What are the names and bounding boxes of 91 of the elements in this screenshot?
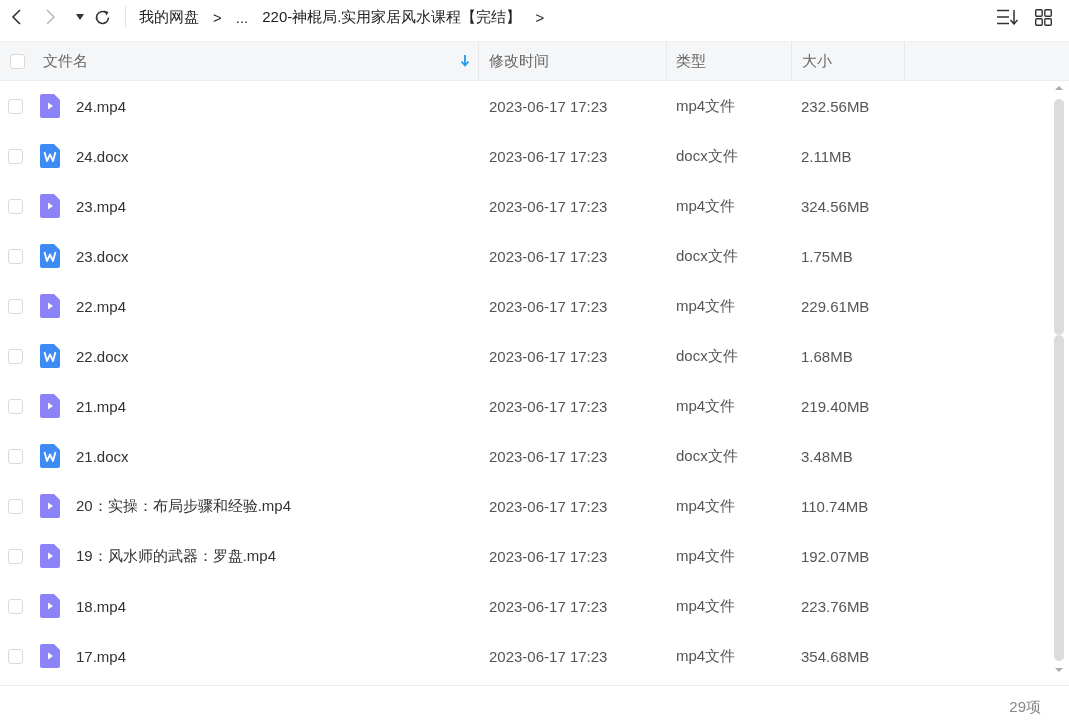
- forward-icon[interactable]: [43, 9, 57, 25]
- video-file-icon: [40, 94, 60, 118]
- document-file-icon: [40, 244, 60, 268]
- file-name[interactable]: 17.mp4: [76, 647, 127, 665]
- modified-time: 2023-06-17 17:23: [489, 197, 608, 215]
- item-count: 29项: [1009, 698, 1041, 717]
- column-header[interactable]: 修改时间: [489, 51, 549, 71]
- checkbox[interactable]: [8, 348, 23, 364]
- video-file-icon: [40, 544, 60, 568]
- file-type: docx文件: [676, 146, 738, 164]
- file-size: 229.61MB: [801, 297, 870, 315]
- file-size: 354.68MB: [801, 647, 870, 665]
- breadcrumb-item[interactable]: 我的网盘: [139, 7, 199, 27]
- file-type: mp4文件: [676, 396, 736, 414]
- modified-time: 2023-06-17 17:23: [489, 397, 608, 415]
- file-type: mp4文件: [676, 296, 736, 314]
- grid-view-icon[interactable]: [1035, 8, 1052, 26]
- file-type: docx文件: [676, 446, 738, 464]
- breadcrumb-item[interactable]: 220-神棍局.实用家居风水课程【完结】: [262, 7, 522, 27]
- modified-time: 2023-06-17 17:23: [489, 497, 608, 515]
- refresh-icon[interactable]: [94, 8, 111, 26]
- video-file-icon: [40, 644, 60, 668]
- file-size: 1.68MB: [801, 347, 853, 365]
- file-type: mp4文件: [676, 96, 736, 114]
- document-file-icon: [40, 344, 60, 368]
- document-file-icon: [40, 444, 60, 468]
- column-header[interactable]: 类型: [676, 51, 706, 71]
- file-size: 223.76MB: [801, 597, 870, 615]
- file-type: mp4文件: [676, 596, 736, 614]
- file-name[interactable]: 22.mp4: [76, 297, 127, 315]
- modified-time: 2023-06-17 17:23: [489, 147, 608, 165]
- file-name[interactable]: 23.docx: [76, 247, 129, 265]
- checkbox[interactable]: [8, 498, 23, 514]
- back-icon[interactable]: [10, 9, 24, 25]
- file-type: docx文件: [676, 246, 738, 264]
- file-name[interactable]: 22.docx: [76, 347, 129, 365]
- scrollbar[interactable]: [1053, 85, 1065, 675]
- file-type: docx文件: [676, 346, 738, 364]
- file-name[interactable]: 19：风水师的武器：罗盘.mp4: [76, 546, 277, 566]
- file-size: 1.75MB: [801, 247, 853, 265]
- modified-time: 2023-06-17 17:23: [489, 97, 608, 115]
- modified-time: 2023-06-17 17:23: [489, 547, 608, 565]
- file-size: 110.74MB: [801, 497, 869, 515]
- video-file-icon: [40, 594, 60, 618]
- modified-time: 2023-06-17 17:23: [489, 297, 608, 315]
- file-size: 219.40MB: [801, 397, 870, 415]
- file-name[interactable]: 18.mp4: [76, 597, 127, 615]
- checkbox[interactable]: [8, 548, 23, 564]
- file-size: 232.56MB: [801, 97, 870, 115]
- column-header[interactable]: 文件名: [43, 51, 88, 71]
- checkbox[interactable]: [8, 298, 23, 314]
- file-name[interactable]: 20：实操：布局步骤和经验.mp4: [76, 496, 292, 516]
- file-type: mp4文件: [676, 496, 736, 514]
- file-name[interactable]: 21.docx: [76, 447, 129, 465]
- checkbox[interactable]: [8, 248, 23, 264]
- file-type: mp4文件: [676, 646, 736, 664]
- file-size: 192.07MB: [801, 547, 870, 565]
- modified-time: 2023-06-17 17:23: [489, 347, 608, 365]
- modified-time: 2023-06-17 17:23: [489, 447, 608, 465]
- video-file-icon: [40, 294, 60, 318]
- modified-time: 2023-06-17 17:23: [489, 247, 608, 265]
- video-file-icon: [40, 194, 60, 218]
- modified-time: 2023-06-17 17:23: [489, 647, 608, 665]
- file-size: 2.11MB: [801, 147, 852, 165]
- breadcrumb-item[interactable]: >: [213, 8, 222, 26]
- sort-down-arrow-icon: [460, 55, 470, 67]
- file-size: 3.48MB: [801, 447, 853, 465]
- file-name[interactable]: 23.mp4: [76, 197, 127, 215]
- breadcrumb-item[interactable]: >: [535, 8, 545, 26]
- file-name[interactable]: 21.mp4: [76, 397, 127, 415]
- file-size: 324.56MB: [801, 197, 870, 215]
- file-name[interactable]: 24.mp4: [76, 97, 127, 115]
- checkbox[interactable]: [10, 53, 25, 69]
- document-file-icon: [40, 144, 60, 168]
- checkbox[interactable]: [8, 148, 23, 164]
- checkbox[interactable]: [8, 98, 23, 114]
- file-type: mp4文件: [676, 546, 736, 564]
- checkbox[interactable]: [8, 448, 23, 464]
- modified-time: 2023-06-17 17:23: [489, 597, 608, 615]
- file-type: mp4文件: [676, 196, 736, 214]
- checkbox[interactable]: [8, 648, 23, 664]
- column-header[interactable]: 大小: [802, 51, 832, 71]
- checkbox[interactable]: [8, 198, 23, 214]
- sort-icon[interactable]: [997, 8, 1019, 25]
- file-name[interactable]: 24.docx: [76, 147, 129, 165]
- breadcrumb-item[interactable]: ...: [235, 8, 249, 26]
- checkbox[interactable]: [8, 598, 23, 614]
- video-file-icon: [40, 494, 60, 518]
- checkbox[interactable]: [8, 398, 23, 414]
- dropdown-icon[interactable]: [76, 14, 84, 20]
- video-file-icon: [40, 394, 60, 418]
